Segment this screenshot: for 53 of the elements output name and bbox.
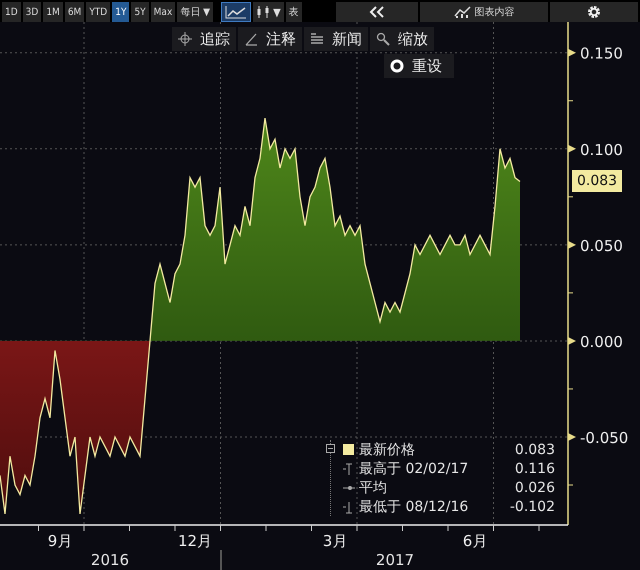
table-button[interactable]: 表 <box>286 2 302 22</box>
crosshair-icon <box>178 32 192 46</box>
candlestick-button[interactable]: ▼ <box>253 2 284 22</box>
circle-icon <box>390 59 404 73</box>
tool-button[interactable]: 缩放 <box>370 27 434 51</box>
month-label: 9月 <box>48 532 72 550</box>
period-tab[interactable]: 5Y <box>131 2 149 22</box>
candlestick-icon <box>256 5 270 19</box>
period-tab[interactable]: Max <box>150 2 176 22</box>
legend-label: 最高于 02/02/17 <box>359 460 470 478</box>
tool-button[interactable]: 新闻 <box>304 27 368 51</box>
legend-label: 最低于 08/12/16 <box>359 498 470 516</box>
reset-button[interactable]: 重设 <box>384 54 454 78</box>
axis-value: -0.050 <box>580 429 628 447</box>
settings-button[interactable] <box>550 2 638 22</box>
axis-value: 0.050 <box>580 236 623 255</box>
month-label: 3月 <box>322 532 348 550</box>
period-tab[interactable]: 6M <box>64 2 84 22</box>
year-label: 2017 <box>220 550 568 570</box>
collapse-icon <box>326 444 335 453</box>
settings-icon <box>587 5 601 19</box>
low-marker-icon <box>343 500 355 514</box>
last-value-tag: 0.083 <box>572 170 622 192</box>
legend-value: 0.116 <box>514 460 555 476</box>
month-label: 12月 <box>178 532 212 550</box>
line-chart-icon <box>225 5 248 19</box>
pen-icon <box>244 32 258 46</box>
chart-content-button[interactable]: 图表内容 <box>420 2 548 22</box>
tool-button[interactable]: 追踪 <box>172 27 236 51</box>
line-chart-button[interactable] <box>221 2 252 22</box>
tool-button[interactable]: 注释 <box>238 27 302 51</box>
double-chevron-icon <box>369 6 385 18</box>
month-label: 6月 <box>462 532 488 550</box>
period-tab[interactable]: 1M <box>43 2 63 22</box>
period-tab[interactable]: 1Y <box>112 2 130 22</box>
legend-value: 0.026 <box>514 480 555 496</box>
collapse-button[interactable] <box>336 2 418 22</box>
axis-value: 0.150 <box>580 44 623 63</box>
chart-icon <box>454 6 472 18</box>
high-marker-icon <box>343 462 355 476</box>
legend-value: -0.102 <box>510 498 555 514</box>
axis-value: 0.000 <box>580 332 623 351</box>
frequency-dropdown[interactable]: 每日 ▼ <box>177 2 214 22</box>
legend-label: 最新价格 <box>359 440 416 458</box>
period-tab[interactable]: 3D <box>22 2 42 22</box>
legend-value: 0.083 <box>514 442 555 458</box>
legend-label: 平均 <box>359 478 388 496</box>
period-tab[interactable]: YTD <box>86 2 110 22</box>
list-icon <box>310 32 324 46</box>
search-icon <box>376 32 390 46</box>
period-tab[interactable]: 1D <box>2 2 21 22</box>
axis-value: 0.100 <box>580 140 623 159</box>
year-label: 2016 <box>90 550 130 570</box>
